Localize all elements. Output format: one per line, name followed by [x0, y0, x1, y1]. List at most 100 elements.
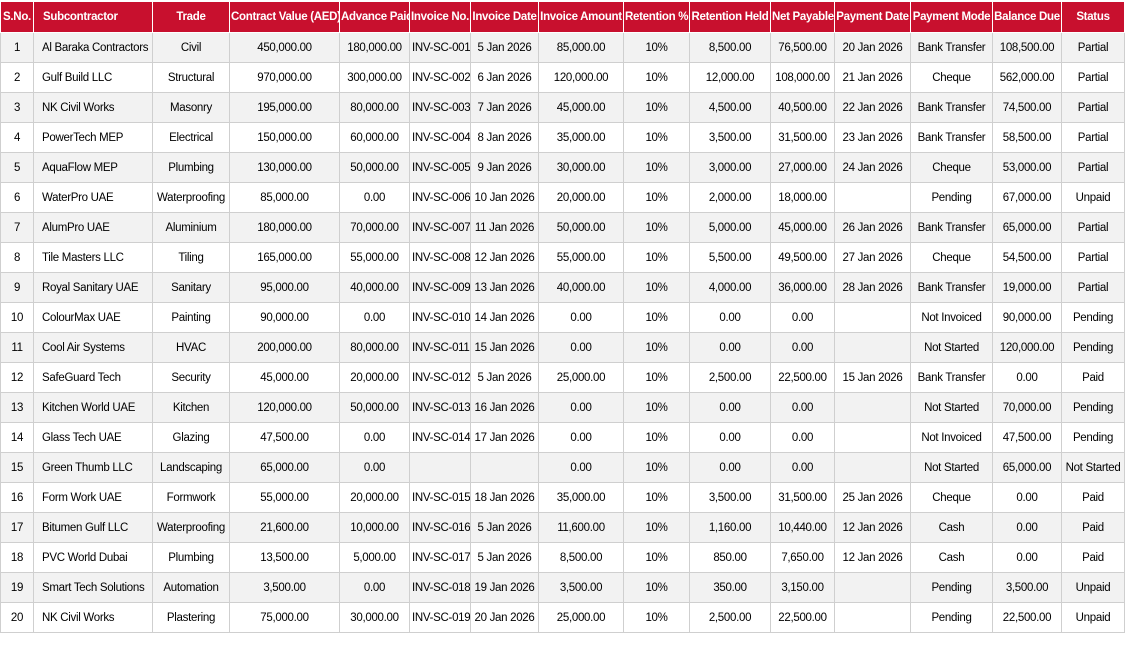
- cell-retention-pct[interactable]: 10%: [623, 362, 690, 393]
- cell-payment-date[interactable]: [834, 602, 911, 633]
- cell-sno[interactable]: 13: [0, 392, 34, 423]
- cell-subcontractor[interactable]: Kitchen World UAE: [33, 392, 153, 423]
- cell-advance-paid[interactable]: 20,000.00: [339, 362, 410, 393]
- cell-retention-held[interactable]: 8,500.00: [689, 32, 771, 63]
- cell-balance-due[interactable]: 3,500.00: [992, 572, 1062, 603]
- cell-invoice-date[interactable]: 11 Jan 2026: [470, 212, 539, 243]
- cell-net-payable[interactable]: 31,500.00: [770, 122, 835, 153]
- cell-invoice-date[interactable]: [470, 452, 539, 483]
- cell-payment-date[interactable]: [834, 332, 911, 363]
- cell-status[interactable]: Unpaid: [1061, 602, 1125, 633]
- col-header-balance-due[interactable]: Balance Due: [992, 1, 1062, 33]
- cell-sno[interactable]: 5: [0, 152, 34, 183]
- cell-payment-mode[interactable]: Bank Transfer: [910, 32, 993, 63]
- cell-trade[interactable]: Waterproofing: [152, 512, 230, 543]
- cell-payment-date[interactable]: [834, 182, 911, 213]
- cell-subcontractor[interactable]: Glass Tech UAE: [33, 422, 153, 453]
- cell-advance-paid[interactable]: 70,000.00: [339, 212, 410, 243]
- cell-balance-due[interactable]: 90,000.00: [992, 302, 1062, 333]
- cell-retention-pct[interactable]: 10%: [623, 482, 690, 513]
- cell-contract-value[interactable]: 200,000.00: [229, 332, 340, 363]
- cell-payment-mode[interactable]: Cheque: [910, 482, 993, 513]
- table-row[interactable]: 14 Glass Tech UAE Glazing 47,500.00 0.00 INV-…: [0, 422, 1125, 453]
- cell-invoice-date[interactable]: 5 Jan 2026: [470, 512, 539, 543]
- cell-sno[interactable]: 14: [0, 422, 34, 453]
- table-row[interactable]: 7 AlumPro UAE Aluminium 180,000.00 70,000.00…: [0, 212, 1125, 243]
- col-header-retention-held[interactable]: Retention Held: [689, 1, 771, 33]
- col-header-sno[interactable]: S.No.: [0, 1, 34, 33]
- cell-payment-date[interactable]: [834, 422, 911, 453]
- cell-payment-mode[interactable]: Cheque: [910, 242, 993, 273]
- cell-contract-value[interactable]: 85,000.00: [229, 182, 340, 213]
- cell-retention-pct[interactable]: 10%: [623, 32, 690, 63]
- table-row[interactable]: 15 Green Thumb LLC Landscaping 65,000.00 0.0…: [0, 452, 1125, 483]
- cell-advance-paid[interactable]: 300,000.00: [339, 62, 410, 93]
- cell-retention-held[interactable]: 850.00: [689, 542, 771, 573]
- cell-contract-value[interactable]: 120,000.00: [229, 392, 340, 423]
- table-row[interactable]: 1 Al Baraka Contractors Civil 450,000.00 180…: [0, 32, 1125, 63]
- table-row[interactable]: 10 ColourMax UAE Painting 90,000.00 0.00 INV-…: [0, 302, 1125, 333]
- cell-sno[interactable]: 12: [0, 362, 34, 393]
- cell-advance-paid[interactable]: 80,000.00: [339, 332, 410, 363]
- cell-invoice-date[interactable]: 5 Jan 2026: [470, 362, 539, 393]
- cell-retention-held[interactable]: 0.00: [689, 392, 771, 423]
- cell-retention-pct[interactable]: 10%: [623, 212, 690, 243]
- cell-sno[interactable]: 2: [0, 62, 34, 93]
- cell-retention-held[interactable]: 2,500.00: [689, 362, 771, 393]
- cell-sno[interactable]: 1: [0, 32, 34, 63]
- cell-invoice-amount[interactable]: 55,000.00: [538, 242, 624, 273]
- cell-sno[interactable]: 16: [0, 482, 34, 513]
- cell-trade[interactable]: Security: [152, 362, 230, 393]
- cell-contract-value[interactable]: 90,000.00: [229, 302, 340, 333]
- cell-invoice-amount[interactable]: 0.00: [538, 422, 624, 453]
- cell-invoice-amount[interactable]: 35,000.00: [538, 122, 624, 153]
- col-header-payment-mode[interactable]: Payment Mode: [910, 1, 993, 33]
- cell-advance-paid[interactable]: 0.00: [339, 182, 410, 213]
- cell-payment-date[interactable]: 27 Jan 2026: [834, 242, 911, 273]
- cell-contract-value[interactable]: 21,600.00: [229, 512, 340, 543]
- cell-invoice-no[interactable]: INV-SC-012: [409, 362, 471, 393]
- cell-invoice-amount[interactable]: 11,600.00: [538, 512, 624, 543]
- cell-contract-value[interactable]: 165,000.00: [229, 242, 340, 273]
- cell-invoice-amount[interactable]: 45,000.00: [538, 92, 624, 123]
- cell-contract-value[interactable]: 3,500.00: [229, 572, 340, 603]
- cell-invoice-no[interactable]: INV-SC-018: [409, 572, 471, 603]
- cell-balance-due[interactable]: 0.00: [992, 362, 1062, 393]
- cell-net-payable[interactable]: 40,500.00: [770, 92, 835, 123]
- cell-net-payable[interactable]: 0.00: [770, 422, 835, 453]
- table-row[interactable]: 3 NK Civil Works Masonry 195,000.00 80,000.0…: [0, 92, 1125, 123]
- cell-invoice-date[interactable]: 5 Jan 2026: [470, 32, 539, 63]
- cell-invoice-amount[interactable]: 0.00: [538, 392, 624, 423]
- cell-balance-due[interactable]: 58,500.00: [992, 122, 1062, 153]
- cell-trade[interactable]: Electrical: [152, 122, 230, 153]
- cell-payment-date[interactable]: 23 Jan 2026: [834, 122, 911, 153]
- cell-retention-pct[interactable]: 10%: [623, 392, 690, 423]
- cell-status[interactable]: Unpaid: [1061, 182, 1125, 213]
- cell-subcontractor[interactable]: Royal Sanitary UAE: [33, 272, 153, 303]
- cell-invoice-date[interactable]: 12 Jan 2026: [470, 242, 539, 273]
- cell-retention-pct[interactable]: 10%: [623, 602, 690, 633]
- cell-net-payable[interactable]: 18,000.00: [770, 182, 835, 213]
- cell-sno[interactable]: 20: [0, 602, 34, 633]
- cell-subcontractor[interactable]: NK Civil Works: [33, 92, 153, 123]
- cell-subcontractor[interactable]: PowerTech MEP: [33, 122, 153, 153]
- cell-payment-mode[interactable]: Bank Transfer: [910, 362, 993, 393]
- cell-status[interactable]: Pending: [1061, 302, 1125, 333]
- cell-invoice-date[interactable]: 9 Jan 2026: [470, 152, 539, 183]
- cell-invoice-date[interactable]: 20 Jan 2026: [470, 602, 539, 633]
- col-header-payment-date[interactable]: Payment Date: [834, 1, 911, 33]
- cell-status[interactable]: Pending: [1061, 422, 1125, 453]
- cell-payment-mode[interactable]: Not Started: [910, 392, 993, 423]
- cell-status[interactable]: Paid: [1061, 542, 1125, 573]
- table-row[interactable]: 8 Tile Masters LLC Tiling 165,000.00 55,000.…: [0, 242, 1125, 273]
- cell-subcontractor[interactable]: Green Thumb LLC: [33, 452, 153, 483]
- cell-contract-value[interactable]: 970,000.00: [229, 62, 340, 93]
- cell-balance-due[interactable]: 0.00: [992, 542, 1062, 573]
- cell-retention-pct[interactable]: 10%: [623, 122, 690, 153]
- cell-subcontractor[interactable]: Tile Masters LLC: [33, 242, 153, 273]
- cell-advance-paid[interactable]: 55,000.00: [339, 242, 410, 273]
- cell-trade[interactable]: Tiling: [152, 242, 230, 273]
- cell-payment-mode[interactable]: Bank Transfer: [910, 122, 993, 153]
- cell-payment-date[interactable]: 15 Jan 2026: [834, 362, 911, 393]
- cell-retention-pct[interactable]: 10%: [623, 422, 690, 453]
